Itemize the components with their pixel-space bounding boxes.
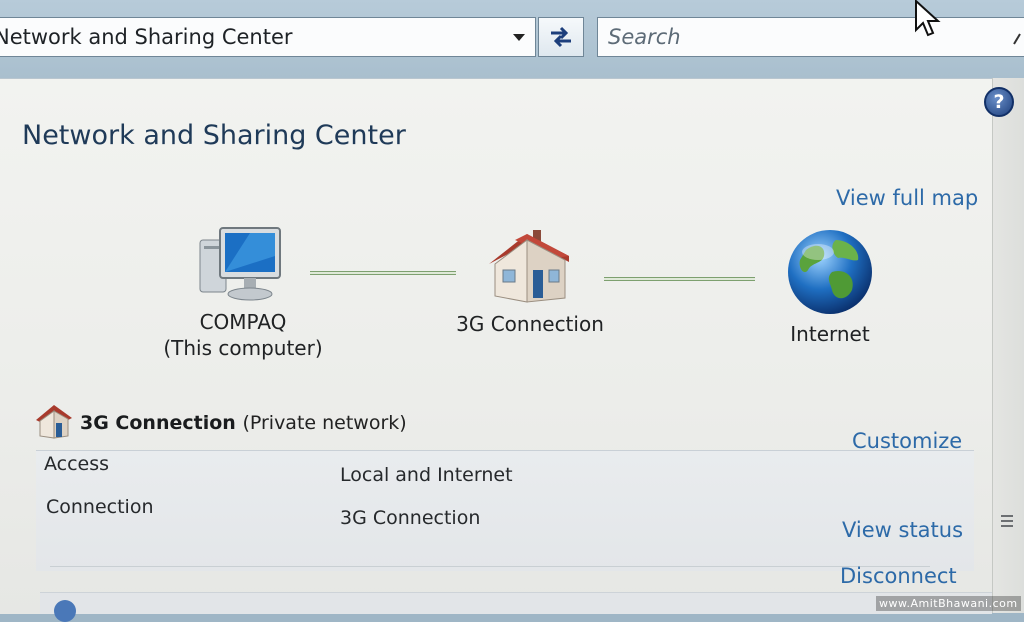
cursor-icon [915, 0, 941, 37]
divider [50, 566, 930, 567]
network-section-header: 3G Connection (Private network) [34, 402, 407, 439]
network-section-name: 3G Connection [80, 412, 236, 434]
computer-icon [199, 227, 281, 301]
dropdown-arrow-icon[interactable] [513, 34, 525, 41]
globe-icon [788, 230, 872, 314]
map-node-network[interactable]: 3G Connection [450, 226, 610, 337]
address-text: Network and Sharing Center [0, 25, 293, 49]
network-section-title: 3G Connection (Private network) [80, 412, 407, 434]
house-icon [489, 230, 569, 303]
access-value: Local and Internet [340, 464, 513, 486]
disconnect-link[interactable]: Disconnect [840, 564, 957, 588]
search-box[interactable]: Search [597, 17, 1024, 57]
scrollbar[interactable] [992, 78, 1024, 613]
connector-line [310, 271, 456, 275]
info-icon [54, 600, 76, 622]
connection-value: 3G Connection [340, 507, 481, 529]
watermark: www.AmitBhawani.com [876, 596, 1021, 611]
page-title: Network and Sharing Center [22, 120, 406, 151]
connection-label: Connection [46, 496, 154, 518]
network-name: 3G Connection [456, 312, 604, 336]
search-input[interactable]: Search [608, 25, 681, 49]
search-icon[interactable] [1012, 28, 1022, 46]
connector-line [604, 277, 755, 281]
view-full-map-link[interactable]: View full map [836, 186, 978, 210]
refresh-icon [551, 26, 571, 48]
house-icon [36, 405, 72, 439]
help-icon[interactable]: ? [984, 87, 1014, 117]
computer-note: (This computer) [163, 336, 323, 360]
computer-name: COMPAQ [199, 310, 287, 334]
network-details: Access Local and Internet Connection 3G … [36, 450, 974, 571]
internet-label: Internet [790, 322, 870, 346]
next-section-strip [40, 592, 992, 614]
refresh-button[interactable] [538, 17, 584, 57]
network-type: (Private network) [242, 412, 407, 434]
map-node-computer[interactable]: COMPAQ (This computer) [158, 226, 328, 361]
scroll-grip-icon[interactable] [1001, 515, 1013, 530]
address-bar[interactable]: Network and Sharing Center [0, 17, 536, 57]
access-label: Access [44, 453, 110, 475]
view-status-link[interactable]: View status [842, 518, 963, 542]
map-node-internet[interactable]: Internet [770, 228, 890, 347]
